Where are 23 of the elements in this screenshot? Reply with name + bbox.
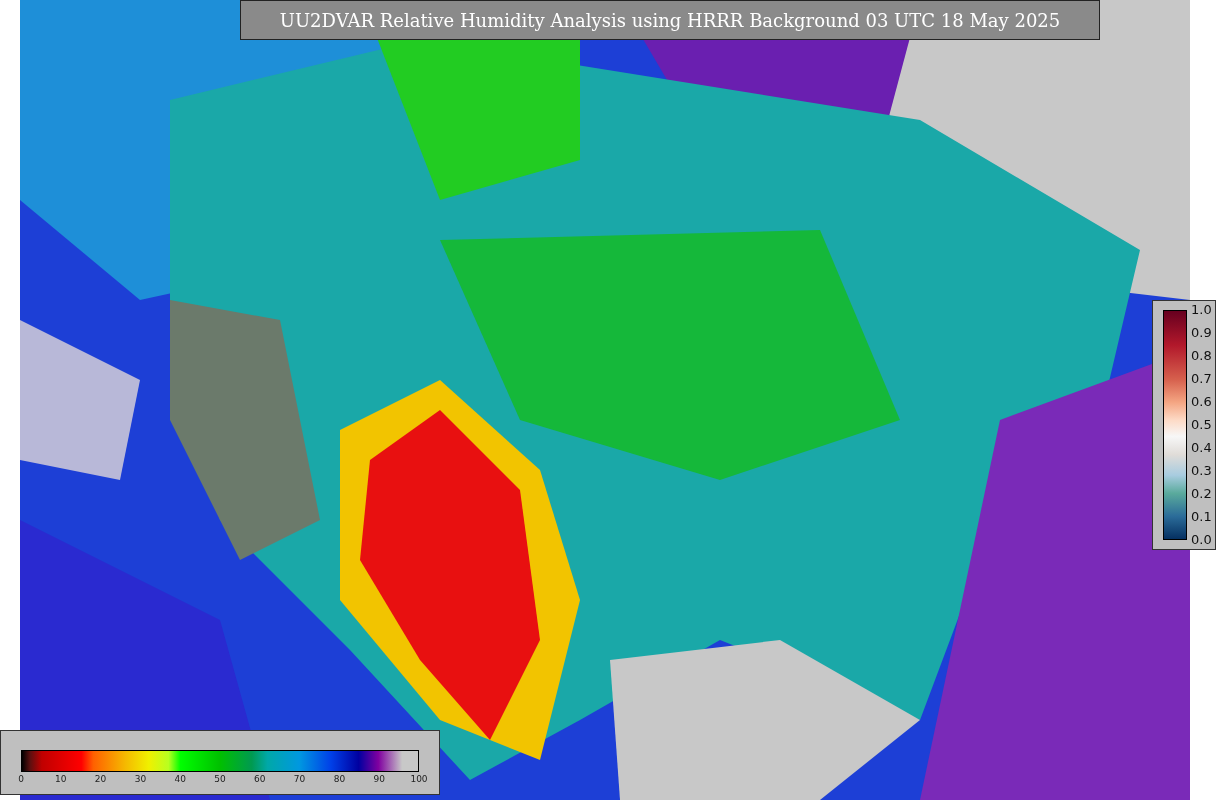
colorbar-tick-label: 0 xyxy=(18,774,24,784)
colorbar-tick-label: 40 xyxy=(174,774,186,784)
colorbar-tick-label: 50 xyxy=(214,774,226,784)
colorbar-tick-label: 0.7 xyxy=(1191,371,1212,387)
colorbar-tick-label: 1.0 xyxy=(1191,302,1212,318)
colorbar-tick-label: 0.8 xyxy=(1191,348,1212,364)
colorbar-tick-label: 80 xyxy=(333,774,346,784)
colorbar-tick-label: 0.6 xyxy=(1191,394,1212,410)
colorbar-tick-label: 0.0 xyxy=(1191,532,1212,548)
colorbar-tick-label: 0.3 xyxy=(1191,463,1212,479)
colorbar-tick-label: 70 xyxy=(293,774,306,784)
colorbar-tick-label: 100 xyxy=(410,774,428,784)
colorbar-tick-label: 30 xyxy=(134,774,147,784)
colorbar-tick-label: 0.4 xyxy=(1191,440,1212,456)
colorbar-tick-label: 0.5 xyxy=(1191,417,1212,433)
colorbar-tick-label: 10 xyxy=(55,774,67,784)
colorbar-tick-label: 0.1 xyxy=(1191,509,1212,525)
colorbar-tick-label: 0.9 xyxy=(1191,325,1212,341)
colorbar-tick-label: 0.2 xyxy=(1191,486,1212,502)
map-title: UU2DVAR Relative Humidity Analysis using HRRR Background 03 UTC 18 May 2025 xyxy=(240,0,1100,40)
colorbar-tick-label: 60 xyxy=(254,774,266,784)
colorbar-tick-label: 90 xyxy=(373,774,385,784)
colorbar-tick-label: 20 xyxy=(94,774,107,784)
